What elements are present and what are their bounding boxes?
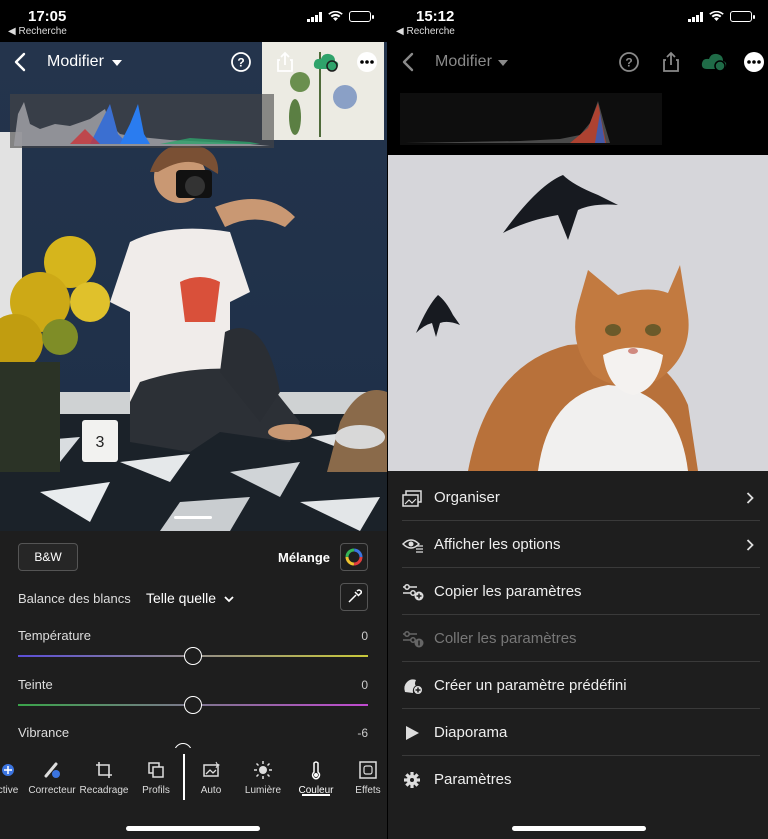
view-options-icon bbox=[402, 539, 423, 553]
bw-button[interactable]: B&W bbox=[18, 543, 78, 571]
light-icon bbox=[254, 761, 272, 779]
status-time: 15:12 bbox=[416, 8, 455, 25]
vibrance-value: -6 bbox=[357, 726, 368, 740]
edit-photo-woman-camera: 3 bbox=[0, 42, 387, 531]
menu-item-organize[interactable]: Organiser bbox=[388, 474, 768, 521]
selective-icon bbox=[2, 764, 14, 776]
status-bar: 17:05 ◀ Recherche bbox=[0, 0, 387, 42]
right-screen: 15:12 ◀ Recherche Modifier ? Organiser A… bbox=[388, 0, 768, 839]
share-icon[interactable] bbox=[274, 51, 296, 73]
gear-icon bbox=[404, 772, 420, 788]
back-arrow-icon[interactable] bbox=[398, 50, 420, 74]
back-arrow-icon[interactable] bbox=[10, 50, 32, 74]
editor-toolbar: Modifier ? bbox=[388, 42, 768, 84]
battery-icon bbox=[730, 11, 755, 22]
share-icon[interactable] bbox=[660, 51, 682, 73]
editor-title[interactable]: Modifier bbox=[47, 53, 104, 71]
menu-item-settings[interactable]: Paramètres bbox=[388, 756, 768, 803]
chevron-right-icon bbox=[746, 492, 754, 504]
thermometer-icon bbox=[311, 761, 321, 780]
organize-icon bbox=[402, 490, 422, 507]
status-time: 17:05 bbox=[28, 8, 67, 25]
vibrance-label: Vibrance bbox=[18, 725, 70, 740]
left-screen: 3 17:05 ◀ Recherche Modifier ? B&W Mélan… bbox=[0, 0, 387, 839]
help-icon[interactable]: ? bbox=[618, 51, 640, 73]
temperature-label: Température bbox=[18, 628, 91, 643]
wifi-icon bbox=[328, 11, 343, 21]
status-indicators bbox=[307, 11, 374, 22]
tint-value: 0 bbox=[361, 678, 368, 692]
status-back-app[interactable]: ◀ Recherche bbox=[396, 26, 455, 37]
home-indicator[interactable] bbox=[126, 826, 260, 831]
white-balance-label: Balance des blancs bbox=[18, 591, 131, 606]
cloud-sync-icon[interactable] bbox=[700, 51, 728, 73]
menu-item-view-options[interactable]: Afficher les options bbox=[388, 521, 768, 568]
tool-healing[interactable]: Correcteur bbox=[22, 748, 82, 796]
create-preset-icon bbox=[404, 679, 423, 695]
white-balance-value[interactable]: Telle quelle bbox=[146, 590, 216, 606]
edit-tools-bar: ctive Correcteur Recadrage Profils Auto … bbox=[0, 748, 387, 810]
tint-label: Teinte bbox=[18, 677, 53, 692]
menu-item-copy-settings[interactable]: Copier les paramètres bbox=[388, 568, 768, 615]
chevron-down-icon[interactable] bbox=[112, 60, 122, 66]
editor-toolbar: Modifier ? bbox=[0, 42, 387, 84]
menu-item-slideshow[interactable]: Diaporama bbox=[388, 709, 768, 756]
color-wheel-icon bbox=[345, 548, 363, 566]
tool-effects[interactable]: Effets bbox=[338, 748, 387, 796]
eyedropper-button[interactable] bbox=[340, 583, 368, 611]
options-menu: Organiser Afficher les options Copier le… bbox=[388, 471, 768, 839]
status-bar: 15:12 ◀ Recherche bbox=[388, 0, 768, 42]
profiles-icon bbox=[148, 762, 164, 778]
color-mix-button[interactable] bbox=[340, 543, 368, 571]
chevron-down-icon[interactable] bbox=[498, 60, 508, 66]
tool-auto[interactable]: Auto bbox=[181, 748, 241, 796]
svg-text:?: ? bbox=[625, 56, 632, 70]
healing-icon bbox=[44, 762, 60, 778]
mix-label[interactable]: Mélange bbox=[278, 550, 330, 565]
editor-title[interactable]: Modifier bbox=[435, 53, 492, 71]
crop-icon bbox=[96, 762, 112, 778]
chevron-right-icon bbox=[746, 539, 754, 551]
tool-light[interactable]: Lumière bbox=[233, 748, 293, 796]
cellular-signal-icon bbox=[688, 11, 703, 22]
auto-icon bbox=[203, 761, 221, 777]
svg-text:?: ? bbox=[237, 56, 244, 70]
more-options-icon[interactable] bbox=[743, 51, 765, 73]
cellular-signal-icon bbox=[307, 11, 322, 22]
eyedropper-icon bbox=[348, 589, 362, 603]
cloud-sync-icon[interactable] bbox=[312, 51, 340, 73]
play-icon bbox=[406, 726, 419, 740]
menu-item-create-preset[interactable]: Créer un paramètre prédéfini bbox=[388, 662, 768, 709]
battery-icon bbox=[349, 11, 374, 22]
copy-settings-icon bbox=[403, 584, 424, 601]
status-indicators bbox=[688, 11, 755, 22]
tool-profiles[interactable]: Profils bbox=[126, 748, 186, 796]
paste-settings-icon bbox=[403, 631, 424, 648]
more-options-icon[interactable] bbox=[356, 51, 378, 73]
tool-crop[interactable]: Recadrage bbox=[74, 748, 134, 796]
temperature-value: 0 bbox=[361, 629, 368, 643]
chevron-down-icon[interactable] bbox=[223, 594, 235, 604]
wifi-icon bbox=[709, 11, 724, 21]
status-back-app[interactable]: ◀ Recherche bbox=[8, 26, 67, 37]
edit-photo-cat bbox=[388, 155, 768, 471]
histogram bbox=[10, 94, 274, 148]
temperature-slider-thumb[interactable] bbox=[184, 647, 202, 665]
histogram bbox=[400, 93, 662, 145]
effects-icon bbox=[359, 761, 377, 779]
svg-text:3: 3 bbox=[96, 434, 105, 451]
help-icon[interactable]: ? bbox=[230, 51, 252, 73]
tool-color[interactable]: Couleur bbox=[286, 748, 346, 796]
home-indicator[interactable] bbox=[512, 826, 646, 831]
menu-item-paste-settings: Coller les paramètres bbox=[388, 615, 768, 662]
photo-swipe-indicator[interactable] bbox=[174, 516, 212, 519]
tint-slider-thumb[interactable] bbox=[184, 696, 202, 714]
